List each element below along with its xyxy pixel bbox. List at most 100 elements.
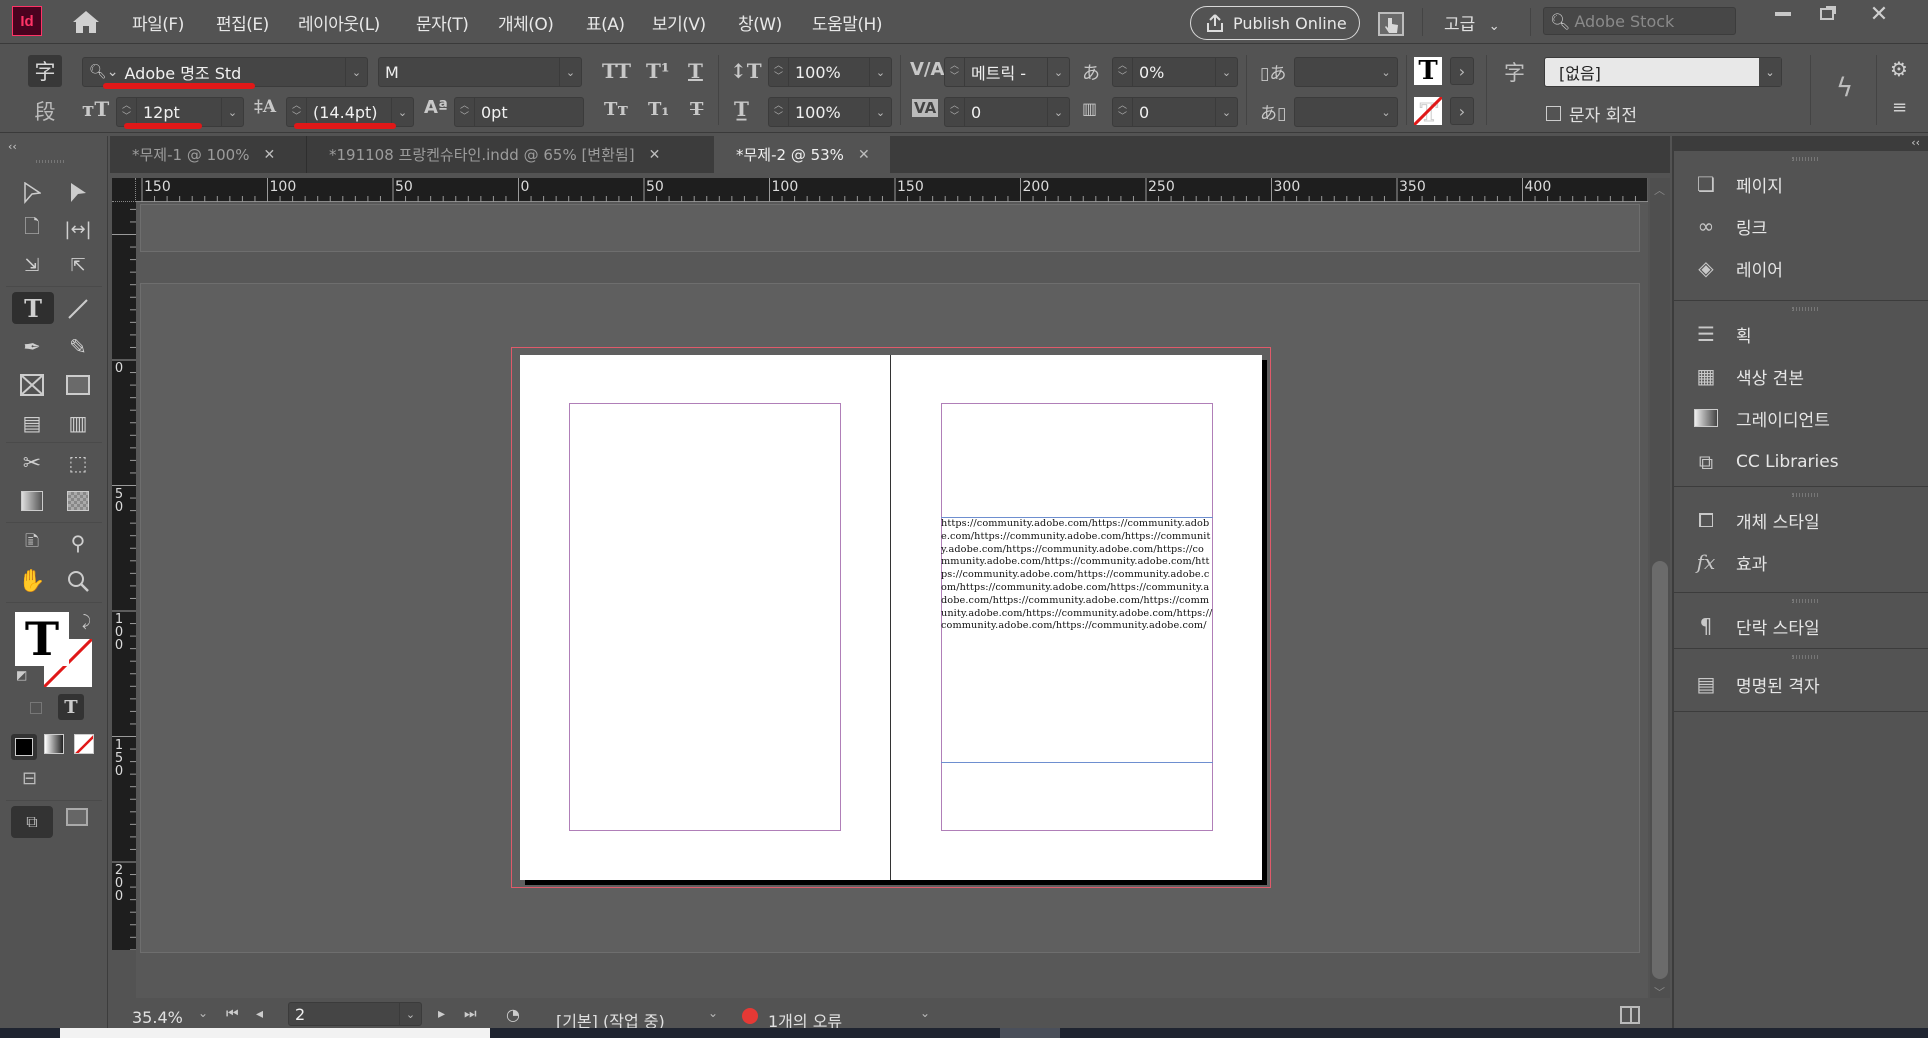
text-fill-swatch[interactable]: T <box>1414 56 1442 86</box>
stepper[interactable]: ︿ ﹀ <box>945 98 965 126</box>
collapse-toolbox-icon[interactable]: ‹‹ <box>8 140 17 153</box>
rotate-character-option[interactable]: 문자 회전 <box>1546 101 1637 126</box>
rectangle-tool[interactable] <box>62 370 94 400</box>
panel-gradient[interactable]: 그레이디언트 <box>1692 401 1830 435</box>
content-placer-tool[interactable]: ⇱ <box>62 250 94 280</box>
small-caps-icon[interactable]: Tт <box>604 99 629 120</box>
fill-swatch[interactable]: T <box>15 612 69 666</box>
tsume-field[interactable]: ︿ ﹀ 0% ⌄ <box>1112 57 1238 87</box>
panel-pages[interactable]: ❏ 페이지 <box>1692 167 1783 201</box>
apply-gradient-button[interactable] <box>44 734 64 754</box>
formatting-container-icon[interactable] <box>30 702 42 714</box>
menu-type[interactable]: 문자(T) <box>416 10 469 35</box>
aki-after-field[interactable]: ⌄ <box>1294 97 1398 127</box>
stepper[interactable]: ︿ ﹀ <box>287 98 307 126</box>
panel-cc-libraries[interactable]: ⧉ CC Libraries <box>1692 445 1839 479</box>
aki-before-field[interactable]: ⌄ <box>1294 57 1398 87</box>
menu-object[interactable]: 개체(O) <box>498 10 554 35</box>
grid-count-field[interactable]: ︿ ﹀ 0 ⌄ <box>1112 97 1238 127</box>
previous-page-icon[interactable]: ◂ <box>256 1006 263 1022</box>
free-transform-tool[interactable]: ⬚ <box>62 448 94 478</box>
hamburger-menu-icon[interactable]: ≡ <box>1892 97 1907 118</box>
panel-links[interactable]: ∞ 링크 <box>1692 209 1768 243</box>
chevron-down-icon[interactable]: ⌄ <box>1047 98 1069 126</box>
pen-tool[interactable]: ✒ <box>16 332 48 362</box>
menu-layout[interactable]: 레이아웃(L) <box>298 10 380 35</box>
panel-paragraph-styles[interactable]: ¶ 단락 스타일 <box>1692 609 1820 643</box>
chevron-down-icon[interactable]: ⌄ <box>869 98 891 126</box>
text-frame[interactable]: https://community.adobe.com/https://comm… <box>941 518 1213 633</box>
panel-grip[interactable] <box>1792 307 1820 311</box>
panel-swatches[interactable]: ▦ 색상 견본 <box>1692 359 1804 393</box>
line-tool[interactable] <box>62 294 94 324</box>
stepper[interactable]: ︿ ﹀ <box>769 98 789 126</box>
screen-mode-icon[interactable]: ⊟ <box>22 768 37 789</box>
next-page-icon[interactable]: ▸ <box>438 1006 445 1022</box>
panel-grip[interactable] <box>1792 157 1820 161</box>
panel-stroke[interactable]: ☰ 획 <box>1692 317 1752 351</box>
home-icon[interactable] <box>72 10 100 34</box>
underline-icon[interactable]: T <box>688 59 703 83</box>
type-tool[interactable]: T <box>12 292 54 324</box>
gradient-feather-tool[interactable] <box>62 486 94 516</box>
horizontal-scale-field[interactable]: ︿ ﹀ 100% ⌄ <box>768 97 892 127</box>
preflight-icon[interactable]: ◔ <box>506 1005 520 1024</box>
stepper[interactable]: ︿ ﹀ <box>1113 58 1133 86</box>
hand-tool[interactable]: ✋ <box>16 566 48 596</box>
content-collector-tool[interactable]: ⇲ <box>16 250 48 280</box>
eyedropper-tool[interactable]: ⚲ <box>62 528 94 558</box>
chevron-down-icon[interactable]: ⌄ <box>391 98 413 126</box>
menu-table[interactable]: 표(A) <box>586 10 625 35</box>
menu-help[interactable]: 도움말(H) <box>812 10 882 35</box>
stepper[interactable]: ︿ ﹀ <box>455 98 475 126</box>
chevron-down-icon[interactable]: ⌄ <box>1047 58 1069 86</box>
chevron-down-icon[interactable]: ⌄ <box>559 58 581 86</box>
selection-tool[interactable] <box>16 178 48 208</box>
superscript-icon[interactable]: T¹ <box>646 59 670 83</box>
chevron-down-icon[interactable]: ⌄ <box>708 1006 718 1020</box>
note-tool[interactable]: 🗈 <box>16 528 48 558</box>
panel-effects[interactable]: fx 효과 <box>1692 545 1768 579</box>
taskbar-app[interactable] <box>1000 1028 1060 1038</box>
baseline-shift-field[interactable]: ︿ ﹀ 0pt <box>454 97 584 127</box>
scroll-down-icon[interactable]: ﹀ <box>1654 984 1665 1000</box>
character-style-field[interactable]: [없음] ⌄ <box>1544 57 1782 87</box>
chevron-down-icon[interactable]: ⌄ <box>1215 58 1237 86</box>
menu-view[interactable]: 보기(V) <box>652 10 706 35</box>
ruler-origin[interactable] <box>112 178 136 202</box>
adobe-stock-search[interactable]: 🔍︎ Adobe Stock <box>1543 7 1736 35</box>
split-window-icon[interactable] <box>1620 1006 1640 1024</box>
preview-mode-button[interactable] <box>66 808 88 826</box>
gradient-swatch-tool[interactable] <box>16 486 48 516</box>
default-fill-stroke-icon[interactable]: ◩ <box>16 668 27 682</box>
scroll-up-icon[interactable]: ︿ <box>1654 182 1665 198</box>
restore-button[interactable] <box>1806 0 1848 28</box>
subscript-icon[interactable]: T₁ <box>648 99 669 120</box>
stepper[interactable]: ︿ ﹀ <box>769 58 789 86</box>
all-caps-icon[interactable]: TT <box>602 59 631 83</box>
chevron-down-icon[interactable]: ⌄ <box>1375 98 1397 126</box>
quick-apply-icon[interactable]: ϟ <box>1836 73 1853 103</box>
scissors-tool[interactable]: ✂ <box>16 448 48 478</box>
toolbox-grip[interactable] <box>36 160 64 163</box>
close-icon[interactable]: ✕ <box>263 147 275 163</box>
vertical-grid-tool[interactable]: ▥ <box>62 408 94 438</box>
text-stroke-swatch[interactable]: T <box>1414 97 1442 125</box>
share-for-review-button[interactable] <box>1378 12 1404 36</box>
menu-window[interactable]: 창(W) <box>738 10 782 35</box>
kerning-field[interactable]: ︿ ﹀ 메트릭 - ⌄ <box>944 57 1070 87</box>
direct-selection-tool[interactable] <box>62 178 94 208</box>
pencil-tool[interactable]: ✎ <box>62 332 94 362</box>
minimize-button[interactable] <box>1762 0 1804 28</box>
swap-fill-stroke-icon[interactable]: ⤸ <box>82 612 91 630</box>
vertical-ruler[interactable]: 0 50 100 150 200 <box>112 202 136 950</box>
last-page-icon[interactable]: ⏭ <box>464 1006 477 1022</box>
gear-icon[interactable]: ⚙ <box>1890 57 1908 81</box>
gap-tool[interactable]: |↔| <box>62 214 94 244</box>
close-button[interactable]: ✕ <box>1858 0 1900 28</box>
stroke-options-button[interactable]: › <box>1450 97 1474 125</box>
tab-untitled-1[interactable]: *무제-1 @ 100% ✕ <box>110 136 296 173</box>
workspace-switcher[interactable]: 고급 ⌄ <box>1444 10 1500 35</box>
rotate-character-checkbox[interactable] <box>1546 106 1561 121</box>
stepper[interactable]: ︿ ﹀ <box>1113 98 1133 126</box>
